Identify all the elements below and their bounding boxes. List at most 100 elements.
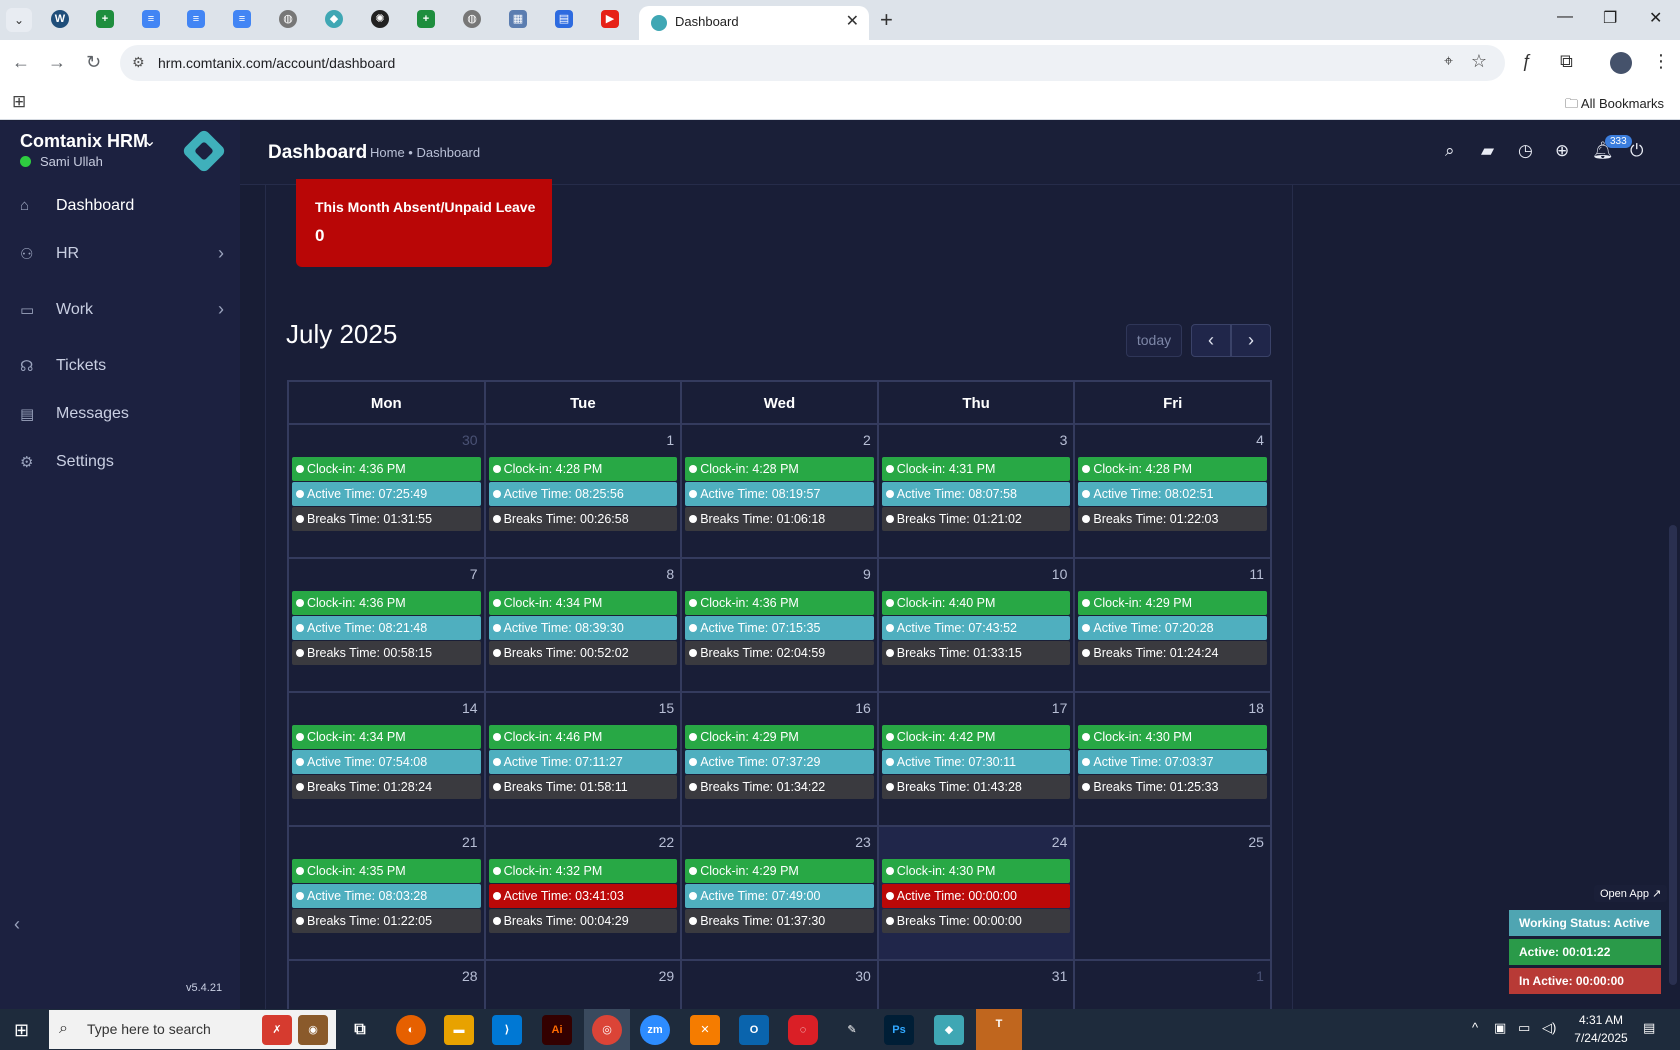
clock-in-event[interactable]: Clock-in: 4:34 PM — [488, 591, 678, 615]
calendar-day-cell[interactable]: 11 Clock-in: 4:29 PM Active Time: 07:20:28… — [1075, 559, 1270, 691]
breaks-time-event[interactable]: Breaks Time: 00:26:58 — [488, 507, 678, 531]
restore-window-button[interactable]: ❐ — [1603, 8, 1617, 28]
day-number[interactable]: 1 — [1256, 968, 1264, 984]
breaks-time-event[interactable]: Breaks Time: 01:37:30 — [685, 909, 874, 933]
comtanix-app-icon[interactable]: ◆ — [934, 1015, 964, 1045]
active-time-event[interactable]: Active Time: 00:00:00 — [881, 884, 1071, 908]
breaks-time-event[interactable]: Breaks Time: 02:04:59 — [685, 641, 874, 665]
power-icon[interactable]: ⏻ — [1630, 141, 1643, 161]
firefox-icon[interactable]: ◐ — [396, 1015, 426, 1045]
clock-in-event[interactable]: Clock-in: 4:30 PM — [881, 859, 1071, 883]
prev-month-button[interactable]: ‹ — [1191, 324, 1231, 357]
active-time-event[interactable]: Active Time: 07:11:27 — [488, 750, 678, 774]
day-number[interactable]: 30 — [855, 968, 871, 984]
day-number[interactable]: 1 — [666, 432, 674, 448]
sidebar-item-messages[interactable]: ▤ Messages — [0, 397, 240, 433]
breaks-time-event[interactable]: Breaks Time: 00:52:02 — [488, 641, 678, 665]
calendar-day-cell[interactable]: 14 Clock-in: 4:34 PM Active Time: 07:54:08… — [289, 693, 486, 825]
sidebar-item-hr[interactable]: ⚇ HR › — [0, 237, 240, 273]
zoom-icon[interactable]: zm — [640, 1015, 670, 1045]
clock-in-event[interactable]: Clock-in: 4:35 PM — [292, 859, 481, 883]
close-window-button[interactable]: ✕ — [1649, 8, 1662, 28]
site-info-icon[interactable]: ⚙ — [132, 54, 145, 71]
all-bookmarks-folder[interactable]: 🗀 All Bookmarks — [1565, 95, 1664, 117]
day-number[interactable]: 14 — [462, 700, 478, 716]
breaks-time-event[interactable]: Breaks Time: 00:00:00 — [881, 909, 1071, 933]
today-button[interactable]: today — [1126, 324, 1182, 357]
location-pin-icon[interactable]: ⌖ — [1444, 53, 1453, 71]
active-time-event[interactable]: Active Time: 08:02:51 — [1078, 482, 1267, 506]
active-time-event[interactable]: Active Time: 08:39:30 — [488, 616, 678, 640]
day-number[interactable]: 24 — [1052, 834, 1068, 850]
tray-chevron-up-icon[interactable]: ^ — [1472, 1020, 1478, 1035]
breaks-time-event[interactable]: Breaks Time: 01:31:55 — [292, 507, 481, 531]
clock-in-event[interactable]: Clock-in: 4:34 PM — [292, 725, 481, 749]
new-tab-button[interactable]: + — [880, 7, 893, 33]
active-time-event[interactable]: Active Time: 07:15:35 — [685, 616, 874, 640]
close-tab-icon[interactable]: ✕ — [846, 11, 859, 31]
clock-in-event[interactable]: Clock-in: 4:28 PM — [685, 457, 874, 481]
extensions-puzzle-icon[interactable]: ⧉ — [1560, 51, 1573, 72]
sidebar-item-work[interactable]: ▭ Work › — [0, 293, 240, 329]
breaks-time-event[interactable]: Breaks Time: 01:58:11 — [488, 775, 678, 799]
day-number[interactable]: 10 — [1052, 566, 1068, 582]
day-number[interactable]: 29 — [659, 968, 675, 984]
day-number[interactable]: 25 — [1248, 834, 1264, 850]
forward-arrow-icon[interactable]: → — [48, 52, 66, 73]
back-arrow-icon[interactable]: ← — [12, 52, 30, 73]
calendar-day-cell[interactable]: 2 Clock-in: 4:28 PM Active Time: 08:19:57 B… — [682, 425, 879, 557]
calendar-day-cell[interactable]: 1 Clock-in: 4:28 PM Active Time: 08:25:56 B… — [486, 425, 683, 557]
photoshop-icon[interactable]: Ps — [884, 1015, 914, 1045]
day-number[interactable]: 15 — [659, 700, 675, 716]
calendar-day-cell[interactable]: 10 Clock-in: 4:40 PM Active Time: 07:43:52… — [879, 559, 1076, 691]
pinned-tab-docs-icon[interactable]: ≡ — [187, 10, 205, 28]
add-circle-icon[interactable]: ⊕ — [1555, 141, 1569, 161]
calendar-day-cell[interactable]: 15 Clock-in: 4:46 PM Active Time: 07:11:27… — [486, 693, 683, 825]
active-time-event[interactable]: Active Time: 08:07:58 — [881, 482, 1071, 506]
active-time-event[interactable]: Active Time: 08:21:48 — [292, 616, 481, 640]
open-app-button[interactable]: Open App ↗ — [1594, 885, 1668, 902]
pinned-tab-globe-icon[interactable]: ◍ — [279, 10, 297, 28]
clock-in-event[interactable]: Clock-in: 4:36 PM — [685, 591, 874, 615]
day-number[interactable]: 8 — [666, 566, 674, 582]
file-explorer-icon[interactable]: ▬ — [444, 1015, 474, 1045]
clock-in-event[interactable]: Clock-in: 4:31 PM — [881, 457, 1071, 481]
pinned-tab-youtube-icon[interactable]: ▶ — [601, 10, 619, 28]
active-time-event[interactable]: Active Time: 08:03:28 — [292, 884, 481, 908]
day-number[interactable]: 31 — [1052, 968, 1068, 984]
breaks-time-event[interactable]: Breaks Time: 01:25:33 — [1078, 775, 1267, 799]
calendar-day-cell[interactable]: 22 Clock-in: 4:32 PM Active Time: 03:41:03… — [486, 827, 683, 959]
task-view-icon[interactable]: ⧉ — [345, 1015, 375, 1045]
brand-chevron-down-icon[interactable]: ⌄ — [143, 131, 156, 151]
calendar-day-cell[interactable]: 3 Clock-in: 4:31 PM Active Time: 08:07:58 B… — [879, 425, 1076, 557]
active-time-event[interactable]: Active Time: 07:30:11 — [881, 750, 1071, 774]
active-time-event[interactable]: Active Time: 07:37:29 — [685, 750, 874, 774]
breaks-time-event[interactable]: Breaks Time: 01:34:22 — [685, 775, 874, 799]
active-time-event[interactable]: Active Time: 07:49:00 — [685, 884, 874, 908]
day-number[interactable]: 22 — [659, 834, 675, 850]
pen-tool-icon[interactable]: ✎ — [837, 1015, 867, 1045]
clock-in-event[interactable]: Clock-in: 4:36 PM — [292, 457, 481, 481]
tray-network-icon[interactable]: ▣ — [1494, 1020, 1506, 1036]
notification-center-icon[interactable]: ▤ — [1643, 1020, 1655, 1036]
taskbar-app-icon[interactable]: ◉ — [298, 1015, 328, 1045]
reload-icon[interactable]: ↻ — [86, 52, 101, 73]
illustrator-icon[interactable]: Ai — [542, 1015, 572, 1045]
breadcrumb[interactable]: Home • Dashboard — [370, 145, 480, 160]
breaks-time-event[interactable]: Breaks Time: 00:04:29 — [488, 909, 678, 933]
clock-icon[interactable]: ◷ — [1518, 141, 1533, 161]
tray-display-icon[interactable]: ▭ — [1518, 1020, 1530, 1036]
calendar-day-cell[interactable]: 18 Clock-in: 4:30 PM Active Time: 07:03:37… — [1075, 693, 1270, 825]
breaks-time-event[interactable]: Breaks Time: 01:21:02 — [881, 507, 1071, 531]
breaks-time-event[interactable]: Breaks Time: 01:22:05 — [292, 909, 481, 933]
calendar-day-cell[interactable]: 7 Clock-in: 4:36 PM Active Time: 08:21:48 B… — [289, 559, 486, 691]
calendar-day-cell[interactable]: 31 — [879, 961, 1076, 1009]
calendar-day-cell[interactable]: 1 — [1075, 961, 1270, 1009]
creative-cloud-icon[interactable]: ◌ — [788, 1015, 818, 1045]
scrollbar-thumb[interactable] — [1669, 525, 1677, 985]
clock-in-event[interactable]: Clock-in: 4:32 PM — [488, 859, 678, 883]
minimize-window-button[interactable]: — — [1557, 8, 1573, 26]
vscode-icon[interactable]: ⟩ — [492, 1015, 522, 1045]
pinned-tab-sheets-icon[interactable]: + — [96, 10, 114, 28]
calendar-day-cell[interactable]: 30 Clock-in: 4:36 PM Active Time: 07:25:49… — [289, 425, 486, 557]
